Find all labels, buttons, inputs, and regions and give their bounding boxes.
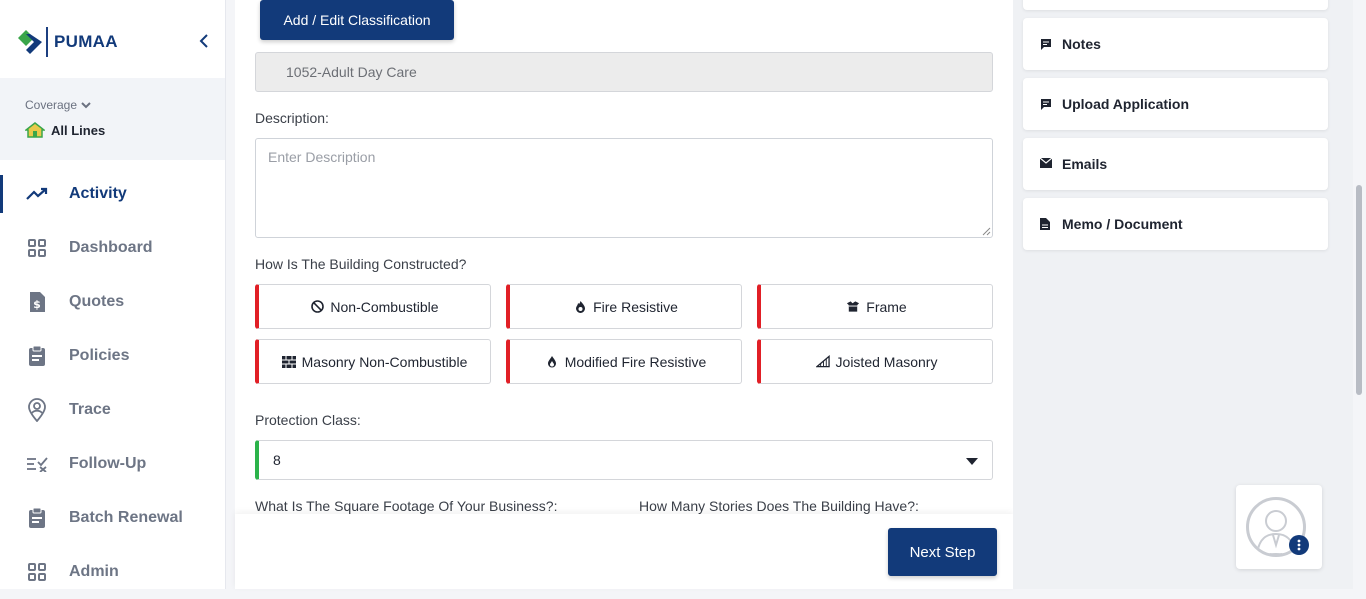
sidebar-item-label: Dashboard <box>69 239 153 256</box>
document-icon <box>1040 218 1052 230</box>
description-label: Description: <box>255 110 329 126</box>
brand-divider <box>46 27 48 57</box>
construction-option-fire-resistive[interactable]: Fire Resistive <box>506 284 742 329</box>
box-frame-icon <box>846 300 860 314</box>
construction-option-non-combustible[interactable]: Non-Combustible <box>255 284 491 329</box>
flame-icon <box>545 355 559 369</box>
sidebar-item-label: Admin <box>69 563 119 580</box>
sidebar-item-dashboard[interactable]: Dashboard <box>0 221 225 275</box>
construction-option-label: Non-Combustible <box>330 298 439 315</box>
classification-field[interactable] <box>255 52 993 92</box>
pumaa-logo-icon <box>16 26 44 58</box>
sidebar-item-policies[interactable]: Policies <box>0 329 225 383</box>
notes-card[interactable]: Notes <box>1023 18 1328 70</box>
sidebar-item-label: Policies <box>69 347 130 364</box>
emails-card[interactable]: Emails <box>1023 138 1328 190</box>
prohibited-icon <box>310 300 324 314</box>
construction-option-label: Masonry Non-Combustible <box>301 353 468 370</box>
scrollbar-thumb[interactable] <box>1356 185 1362 395</box>
collapse-sidebar-button[interactable] <box>198 32 214 50</box>
brick-wall-icon <box>281 355 296 369</box>
sidebar-item-activity[interactable]: Activity <box>0 167 225 221</box>
upload-application-label: Upload Application <box>1062 96 1190 112</box>
coverage-label: Coverage <box>25 98 78 112</box>
coverage-value: All Lines <box>25 122 105 138</box>
right-panel-card-partial[interactable] <box>1023 0 1328 10</box>
sidebar-item-label: Batch Renewal <box>69 509 183 526</box>
chevron-left-icon <box>199 34 208 48</box>
svg-text:$: $ <box>33 298 41 311</box>
joist-icon <box>815 355 830 369</box>
envelope-icon <box>1040 158 1052 170</box>
grid-icon <box>26 237 48 259</box>
memo-document-card[interactable]: Memo / Document <box>1023 198 1328 250</box>
comment-icon <box>1040 98 1052 110</box>
emails-label: Emails <box>1062 156 1108 172</box>
brand[interactable]: PUMAA <box>16 24 118 60</box>
construction-option-frame[interactable]: Frame <box>757 284 993 329</box>
trending-up-icon <box>26 183 48 205</box>
protection-class-value: 8 <box>273 452 281 468</box>
coverage-panel: Coverage All Lines <box>0 78 225 160</box>
square-footage-label: What Is The Square Footage Of Your Busin… <box>255 498 558 514</box>
memo-document-label: Memo / Document <box>1062 216 1183 232</box>
sidebar-item-batch-renewal[interactable]: Batch Renewal <box>0 491 225 545</box>
sidebar-item-quotes[interactable]: $ Quotes <box>0 275 225 329</box>
location-person-icon <box>26 398 48 422</box>
stories-label: How Many Stories Does The Building Have?… <box>639 498 919 514</box>
sidebar-item-admin[interactable]: Admin <box>0 545 225 599</box>
construction-option-label: Modified Fire Resistive <box>564 353 707 370</box>
protection-class-label: Protection Class: <box>255 412 361 428</box>
clipboard-icon <box>26 507 48 529</box>
sidebar: PUMAA Coverage All Lines Activity Dashbo… <box>0 0 226 589</box>
construction-option-label: Fire Resistive <box>593 298 678 315</box>
construction-option-joisted-masonry[interactable]: Joisted Masonry <box>757 339 993 384</box>
protection-class-select[interactable]: 8 <box>255 440 993 480</box>
caret-down-icon <box>966 458 978 465</box>
dollar-document-icon: $ <box>26 291 48 313</box>
main-content: Add / Edit Classification Description: H… <box>235 0 1013 589</box>
sidebar-item-trace[interactable]: Trace <box>0 383 225 437</box>
construction-label: How Is The Building Constructed? <box>255 256 467 272</box>
fire-icon <box>573 300 587 314</box>
construction-option-label: Joisted Masonry <box>835 353 938 370</box>
construction-option-masonry-non-combustible[interactable]: Masonry Non-Combustible <box>255 339 491 384</box>
construction-option-label: Frame <box>866 298 907 315</box>
coverage-dropdown[interactable]: Coverage <box>25 98 91 112</box>
resize-handle-icon[interactable] <box>982 227 991 236</box>
add-edit-classification-button[interactable]: Add / Edit Classification <box>260 0 454 40</box>
house-icon <box>25 122 45 138</box>
form-footer: Next Step <box>235 514 1013 589</box>
chevron-down-icon <box>81 102 91 109</box>
sidebar-item-label: Activity <box>69 185 127 202</box>
notes-label: Notes <box>1062 36 1101 52</box>
comment-icon <box>1040 38 1052 50</box>
coverage-value-text: All Lines <box>51 122 106 138</box>
sidebar-item-follow-up[interactable]: Follow-Up <box>0 437 225 491</box>
next-step-button[interactable]: Next Step <box>888 528 997 576</box>
upload-application-card[interactable]: Upload Application <box>1023 78 1328 130</box>
brand-name: PUMAA <box>54 32 118 51</box>
construction-option-modified-fire-resistive[interactable]: Modified Fire Resistive <box>506 339 742 384</box>
clipboard-icon <box>26 345 48 367</box>
list-check-icon <box>26 453 48 475</box>
more-options-icon[interactable] <box>1289 535 1309 555</box>
assistant-widget[interactable] <box>1236 485 1322 569</box>
sidebar-nav: Activity Dashboard $ Quotes Policies Tra… <box>0 167 225 599</box>
grid-icon <box>26 561 48 583</box>
description-field[interactable] <box>255 138 993 238</box>
sidebar-item-label: Quotes <box>69 293 125 310</box>
sidebar-item-label: Trace <box>69 401 111 418</box>
sidebar-item-label: Follow-Up <box>69 455 147 472</box>
